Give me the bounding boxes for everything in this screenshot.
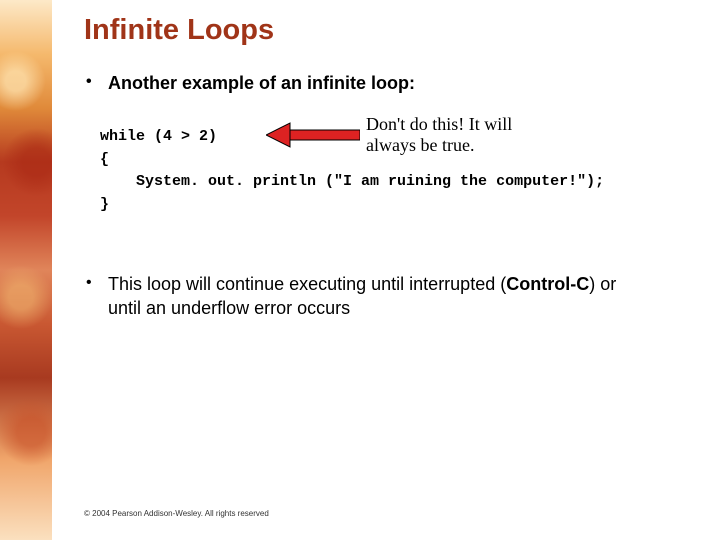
callout-line2: always be true.	[366, 135, 474, 155]
decorative-sidebar	[0, 0, 52, 540]
bullet2-pre: This loop will continue executing until …	[108, 274, 506, 294]
code-block: Don't do this! It will always be true. w…	[100, 126, 716, 216]
bullet-explanation: This loop will continue executing until …	[84, 272, 644, 321]
callout-line1: Don't do this! It will	[366, 114, 512, 134]
code-line-3: System. out. println ("I am ruining the …	[100, 171, 716, 194]
callout-text: Don't do this! It will always be true.	[366, 114, 566, 155]
bullet2-ctrl: Control-C	[506, 274, 589, 294]
copyright: © 2004 Pearson Addison-Wesley. All right…	[84, 509, 269, 518]
code-line-4: }	[100, 194, 716, 217]
callout: Don't do this! It will always be true.	[266, 114, 566, 155]
arrow-left-icon	[266, 121, 360, 149]
slide-content: Infinite Loops Another example of an inf…	[84, 14, 716, 540]
slide-title: Infinite Loops	[84, 14, 716, 47]
bullet-intro: Another example of an infinite loop:	[84, 73, 716, 94]
